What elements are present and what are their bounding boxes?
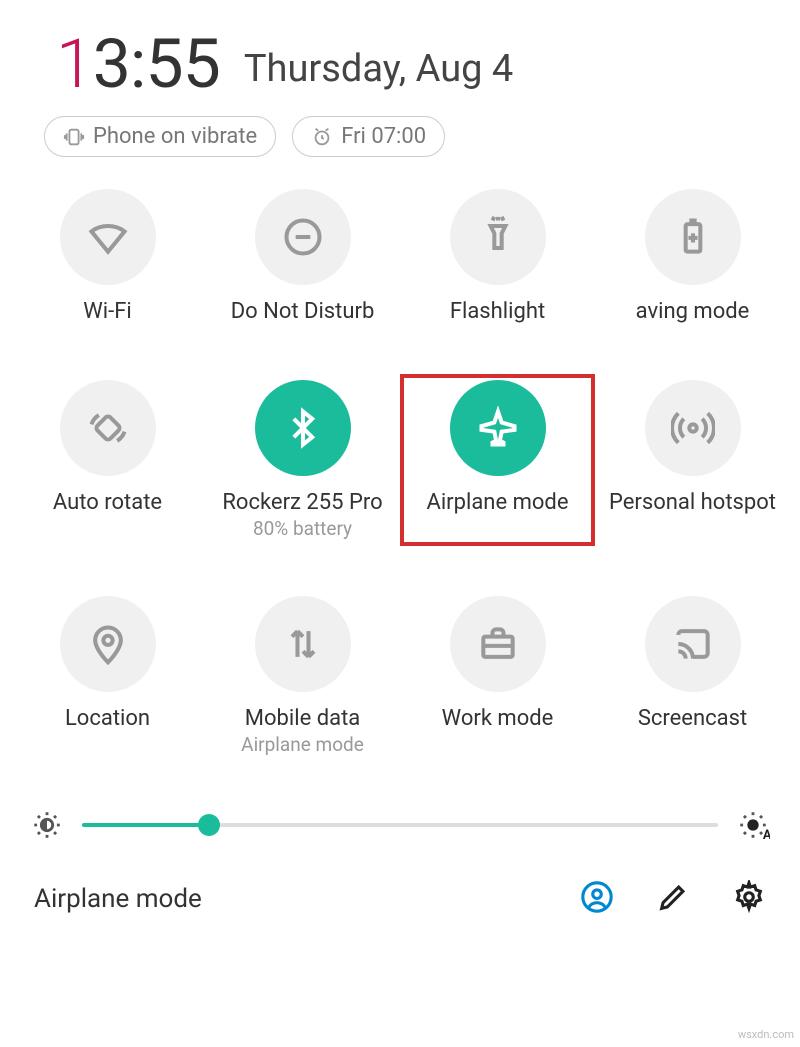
tile-flashlight[interactable]: Flashlight bbox=[400, 189, 595, 324]
watermark: wsxdn.com bbox=[738, 1028, 794, 1041]
tile-work-mode[interactable]: Work mode bbox=[400, 596, 595, 756]
tile-label: Wi-Fi bbox=[83, 299, 131, 324]
tile-label: Flashlight bbox=[450, 299, 545, 324]
clock-rest: 3:55 bbox=[93, 24, 220, 104]
brightness-row: A bbox=[0, 768, 800, 862]
tile-mobile-data[interactable]: Mobile data Airplane mode bbox=[205, 596, 400, 756]
bluetooth-button[interactable] bbox=[255, 380, 351, 476]
tile-location[interactable]: Location bbox=[10, 596, 205, 756]
status-header: 13:55 Thursday, Aug 4 bbox=[0, 0, 800, 112]
airplane-mode-button[interactable] bbox=[450, 380, 546, 476]
wifi-icon bbox=[86, 215, 130, 259]
tile-label: aving mode bbox=[636, 299, 750, 324]
tile-bluetooth[interactable]: Rockerz 255 Pro 80% battery bbox=[205, 380, 400, 540]
tile-label: Mobile data bbox=[245, 706, 360, 731]
flashlight-button[interactable] bbox=[450, 189, 546, 285]
screencast-button[interactable] bbox=[645, 596, 741, 692]
tile-screencast[interactable]: Screencast bbox=[595, 596, 790, 756]
user-circle-icon bbox=[580, 880, 614, 914]
tile-label: Screencast bbox=[638, 706, 747, 731]
data-arrows-icon bbox=[281, 622, 325, 666]
work-mode-button[interactable] bbox=[450, 596, 546, 692]
edit-button[interactable] bbox=[656, 880, 690, 918]
alarm-chip-label: Fri 07:00 bbox=[341, 124, 426, 149]
tile-dnd[interactable]: Do Not Disturb bbox=[205, 189, 400, 324]
clock-hour-leading: 1 bbox=[56, 24, 93, 104]
svg-text:A: A bbox=[763, 828, 770, 842]
vibrate-icon bbox=[63, 126, 85, 148]
dnd-icon bbox=[281, 215, 325, 259]
brightness-slider[interactable] bbox=[82, 823, 718, 827]
saving-mode-button[interactable] bbox=[645, 189, 741, 285]
wifi-button[interactable] bbox=[60, 189, 156, 285]
user-button[interactable] bbox=[580, 880, 614, 918]
battery-plus-icon bbox=[671, 215, 715, 259]
settings-button[interactable] bbox=[732, 880, 766, 918]
footer-icons bbox=[580, 880, 766, 918]
slider-thumb[interactable] bbox=[198, 814, 220, 836]
footer-bar: Airplane mode bbox=[0, 862, 800, 936]
footer-title: Airplane mode bbox=[34, 884, 540, 914]
flashlight-icon bbox=[476, 215, 520, 259]
brightness-auto-icon: A bbox=[736, 808, 770, 842]
brightness-low-icon bbox=[30, 808, 64, 842]
tile-label: Auto rotate bbox=[53, 490, 162, 515]
tile-label: Airplane mode bbox=[426, 490, 568, 515]
tile-label: Rockerz 255 Pro bbox=[222, 490, 382, 515]
tile-airplane-mode[interactable]: Airplane mode bbox=[400, 374, 595, 546]
clock-time: 13:55 bbox=[56, 24, 220, 104]
dnd-button[interactable] bbox=[255, 189, 351, 285]
briefcase-icon bbox=[476, 622, 520, 666]
cast-icon bbox=[671, 622, 715, 666]
quick-settings-grid: Wi-Fi Do Not Disturb Flashlight aving mo… bbox=[0, 177, 800, 768]
tile-saving-mode[interactable]: aving mode bbox=[595, 189, 790, 324]
airplane-icon bbox=[476, 406, 520, 450]
auto-rotate-button[interactable] bbox=[60, 380, 156, 476]
vibrate-chip[interactable]: Phone on vibrate bbox=[44, 116, 276, 157]
pencil-icon bbox=[656, 880, 690, 914]
status-chips: Phone on vibrate Fri 07:00 bbox=[0, 112, 800, 177]
alarm-chip[interactable]: Fri 07:00 bbox=[292, 116, 445, 157]
gear-icon bbox=[732, 880, 766, 914]
clock-date: Thursday, Aug 4 bbox=[244, 47, 513, 91]
tile-label: Personal hotspot bbox=[609, 490, 776, 515]
tile-sublabel: Airplane mode bbox=[241, 733, 364, 756]
tile-label: Do Not Disturb bbox=[231, 299, 375, 324]
location-pin-icon bbox=[86, 622, 130, 666]
tile-label: Location bbox=[65, 706, 150, 731]
vibrate-chip-label: Phone on vibrate bbox=[93, 124, 257, 149]
tile-sublabel: 80% battery bbox=[253, 517, 352, 540]
mobile-data-button[interactable] bbox=[255, 596, 351, 692]
hotspot-icon bbox=[671, 406, 715, 450]
tile-label: Work mode bbox=[442, 706, 554, 731]
location-button[interactable] bbox=[60, 596, 156, 692]
tile-wifi[interactable]: Wi-Fi bbox=[10, 189, 205, 324]
hotspot-button[interactable] bbox=[645, 380, 741, 476]
tile-hotspot[interactable]: Personal hotspot bbox=[595, 380, 790, 540]
slider-fill bbox=[82, 823, 209, 827]
bluetooth-icon bbox=[281, 406, 325, 450]
alarm-clock-icon bbox=[311, 126, 333, 148]
rotate-icon bbox=[86, 406, 130, 450]
tile-auto-rotate[interactable]: Auto rotate bbox=[10, 380, 205, 540]
